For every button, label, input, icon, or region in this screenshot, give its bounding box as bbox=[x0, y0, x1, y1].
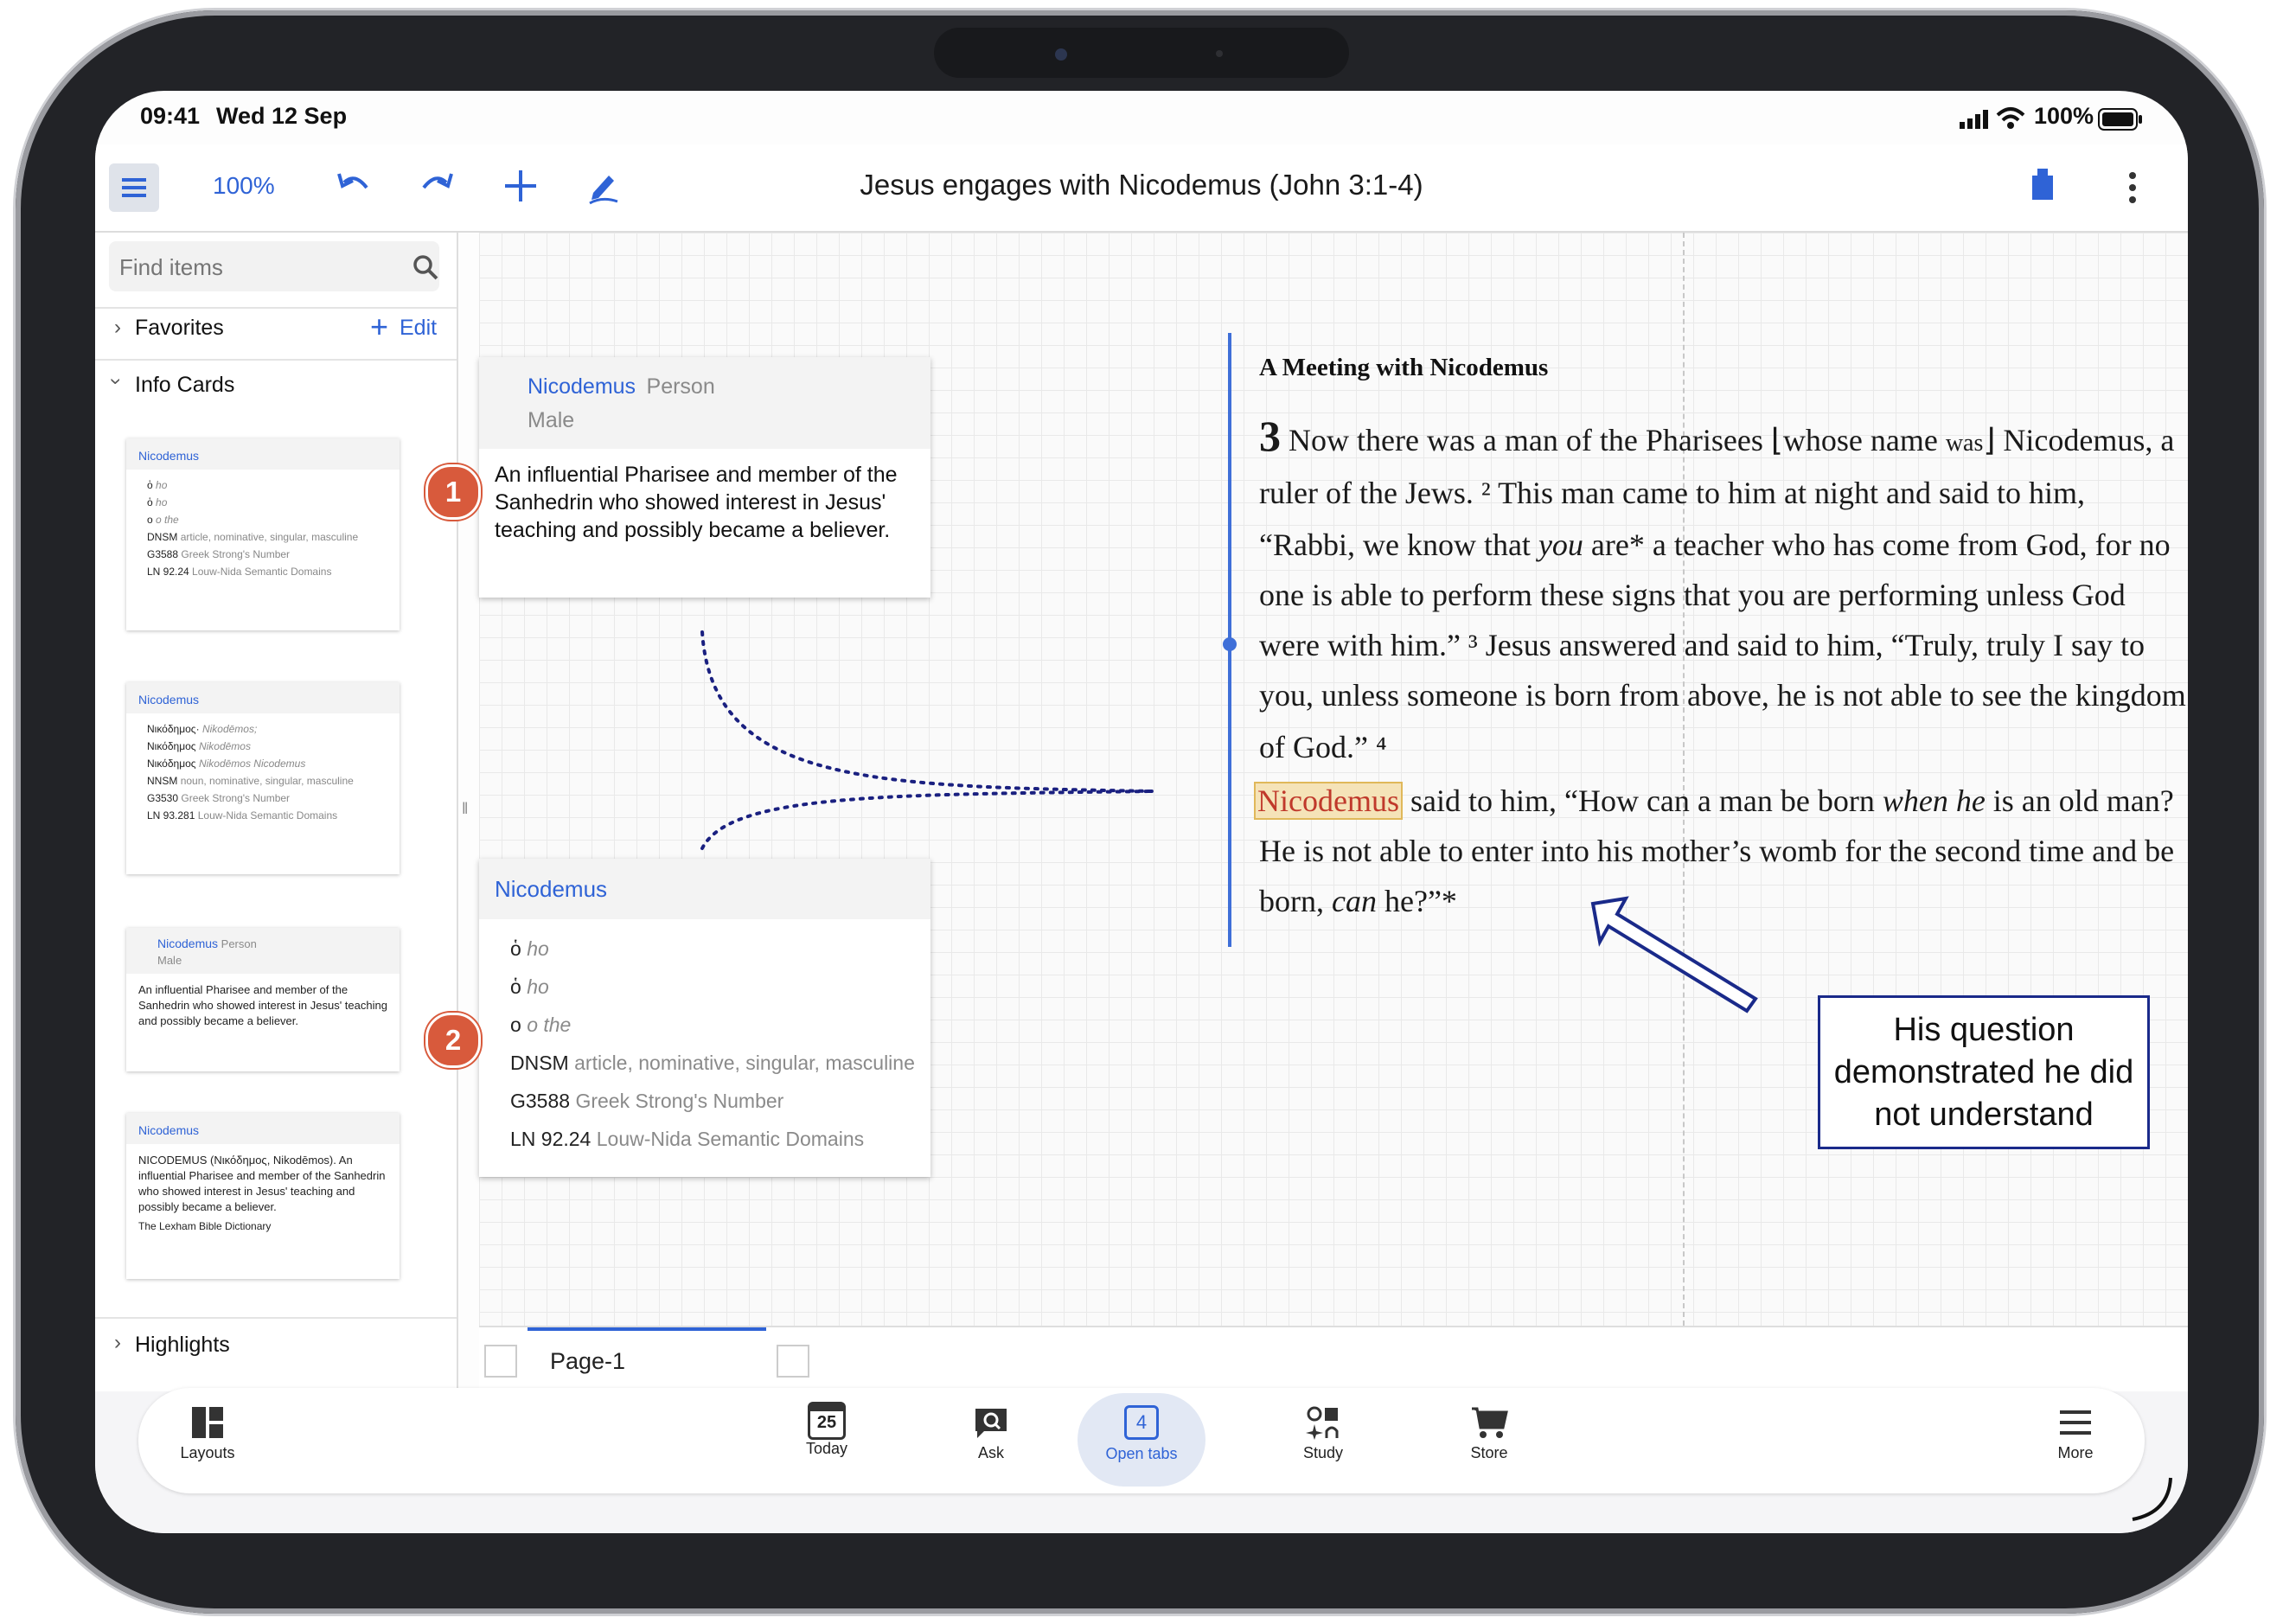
search-box[interactable] bbox=[109, 241, 439, 291]
thumb-gender: Male bbox=[157, 954, 182, 967]
thumb-row: G3530 Greek Strong's Number bbox=[147, 792, 291, 804]
wifi-icon bbox=[1996, 106, 2025, 131]
thumb-type: Person bbox=[221, 937, 257, 950]
layouts-icon bbox=[192, 1407, 223, 1438]
arrow-shape[interactable] bbox=[479, 233, 2188, 1326]
toolbar: 100% Jesus engages with Nicodemus (John … bbox=[95, 144, 2188, 233]
canvas[interactable]: Nicodemus Person Male An influential Pha… bbox=[479, 233, 2188, 1326]
add-page-left-button[interactable] bbox=[484, 1345, 517, 1378]
tabs-count-icon: 4 bbox=[1124, 1405, 1159, 1440]
thumb-row: LN 92.24 Louw-Nida Semantic Domains bbox=[147, 566, 332, 578]
thumb-row: Νικόδημος Nikodēmos Nicodemus bbox=[147, 758, 306, 770]
card-number-badge: 2 bbox=[425, 1013, 481, 1068]
sidebar: › Favorites + Edit › Info Cards Nicodemu… bbox=[95, 233, 458, 1391]
cart-icon bbox=[1472, 1407, 1508, 1438]
divider bbox=[95, 359, 457, 361]
thumb-body: An influential Pharisee and member of th… bbox=[138, 983, 387, 1027]
nav-open-tabs[interactable]: 4 Open tabs bbox=[1078, 1393, 1205, 1487]
add-favorite-icon[interactable]: + bbox=[370, 309, 388, 345]
nav-label: Open tabs bbox=[1105, 1445, 1178, 1462]
thumb-row: LN 93.281 Louw-Nida Semantic Domains bbox=[147, 809, 338, 822]
thumb-title: Nicodemus bbox=[126, 682, 400, 713]
nav-label: Store bbox=[1470, 1444, 1508, 1461]
nav-study[interactable]: Study bbox=[1271, 1405, 1375, 1462]
divider bbox=[95, 307, 457, 309]
more-vertical-icon[interactable] bbox=[2124, 169, 2141, 211]
menu-icon bbox=[2060, 1410, 2091, 1435]
ask-icon bbox=[975, 1409, 1007, 1438]
thumb-body: NICODEMUS (Νικόδημος, Nikodēmos). An inf… bbox=[138, 1154, 386, 1213]
thumb-title: Nicodemus bbox=[157, 937, 219, 950]
add-page-right-button[interactable] bbox=[777, 1345, 809, 1378]
chevron-right-icon: › bbox=[114, 316, 121, 339]
tab-label: Page-1 bbox=[550, 1348, 626, 1374]
nav-today[interactable]: 25 Today bbox=[775, 1402, 879, 1458]
edit-favorites-button[interactable]: Edit bbox=[400, 316, 437, 341]
nav-layouts[interactable]: Layouts bbox=[156, 1405, 259, 1462]
info-card-thumb[interactable]: Nicodemus NICODEMUS (Νικόδημος, Nikodēmo… bbox=[126, 1113, 400, 1279]
thumb-title: Nicodemus bbox=[126, 438, 400, 470]
thumb-row: ὁ ho bbox=[147, 496, 168, 508]
status-date: Wed 12 Sep bbox=[216, 103, 348, 129]
screen: 09:41 Wed 12 Sep 100% 100% Jesus engages… bbox=[95, 91, 2188, 1533]
thumb-source: The Lexham Bible Dictionary bbox=[138, 1220, 272, 1232]
nav-label: More bbox=[2057, 1444, 2094, 1461]
resize-handle[interactable]: ‖ bbox=[462, 800, 468, 818]
resize-corner-icon bbox=[2132, 1477, 2172, 1521]
nav-more[interactable]: More bbox=[2024, 1405, 2127, 1462]
camera-lens bbox=[1055, 48, 1067, 61]
camera-bar bbox=[934, 28, 1349, 78]
thumb-row: o o the bbox=[147, 514, 179, 526]
tab-page-1[interactable]: Page-1 bbox=[528, 1327, 766, 1397]
chevron-down-icon: › bbox=[105, 378, 128, 385]
info-cards-header[interactable]: Info Cards bbox=[135, 373, 234, 398]
calendar-icon: 25 bbox=[808, 1402, 846, 1440]
search-input[interactable] bbox=[118, 248, 398, 286]
thumb-title: Nicodemus bbox=[126, 1113, 400, 1144]
battery-icon bbox=[2098, 108, 2143, 131]
thumb-row: ὁ ho bbox=[147, 479, 168, 491]
status-time: 09:41 bbox=[140, 103, 201, 129]
study-icon bbox=[1306, 1406, 1339, 1440]
thumb-row: Νικόδημος Nikodēmos bbox=[147, 740, 251, 752]
callout-box[interactable]: His question demonstrated he did not und… bbox=[1818, 995, 2150, 1149]
info-card-thumb[interactable]: Nicodemus Person Male An influential Pha… bbox=[126, 928, 400, 1071]
signal-icon bbox=[1960, 110, 1989, 129]
document-title: Jesus engages with Nicodemus (John 3:1-4… bbox=[860, 169, 1423, 201]
thumb-row: DNSM article, nominative, singular, masc… bbox=[147, 531, 359, 543]
nav-ask[interactable]: Ask bbox=[939, 1405, 1043, 1462]
divider bbox=[95, 1317, 457, 1319]
highlights-header[interactable]: Highlights bbox=[135, 1333, 230, 1358]
bottom-nav: Layouts 25 Today Ask 4 Open tabs Study S… bbox=[138, 1388, 2145, 1493]
nav-store[interactable]: Store bbox=[1437, 1405, 1541, 1462]
nav-label: Ask bbox=[977, 1444, 1004, 1461]
bookmark-icon[interactable] bbox=[2025, 165, 2060, 211]
battery-percent: 100% bbox=[2034, 103, 2094, 129]
thumb-row: G3588 Greek Strong's Number bbox=[147, 548, 291, 560]
info-card-thumb[interactable]: Nicodemus ὁ ho ὁ ho o o the DNSM article… bbox=[126, 438, 400, 630]
sensor-dot bbox=[1216, 50, 1223, 57]
info-card-thumb[interactable]: Nicodemus Νικόδημος· Nikodēmos; Νικόδημο… bbox=[126, 682, 400, 874]
page-tab-bar: Page-1 bbox=[479, 1326, 2188, 1397]
nav-label: Study bbox=[1302, 1444, 1344, 1461]
nav-label: Today bbox=[805, 1440, 848, 1457]
favorites-header[interactable]: Favorites bbox=[135, 316, 224, 341]
thumb-row: NNSM noun, nominative, singular, masculi… bbox=[147, 775, 354, 787]
card-number-badge: 1 bbox=[425, 464, 481, 520]
thumb-row: Νικόδημος· Nikodēmos; bbox=[147, 723, 258, 735]
nav-label: Layouts bbox=[180, 1444, 235, 1461]
search-icon[interactable] bbox=[412, 253, 439, 281]
chevron-right-icon: › bbox=[114, 1331, 121, 1354]
